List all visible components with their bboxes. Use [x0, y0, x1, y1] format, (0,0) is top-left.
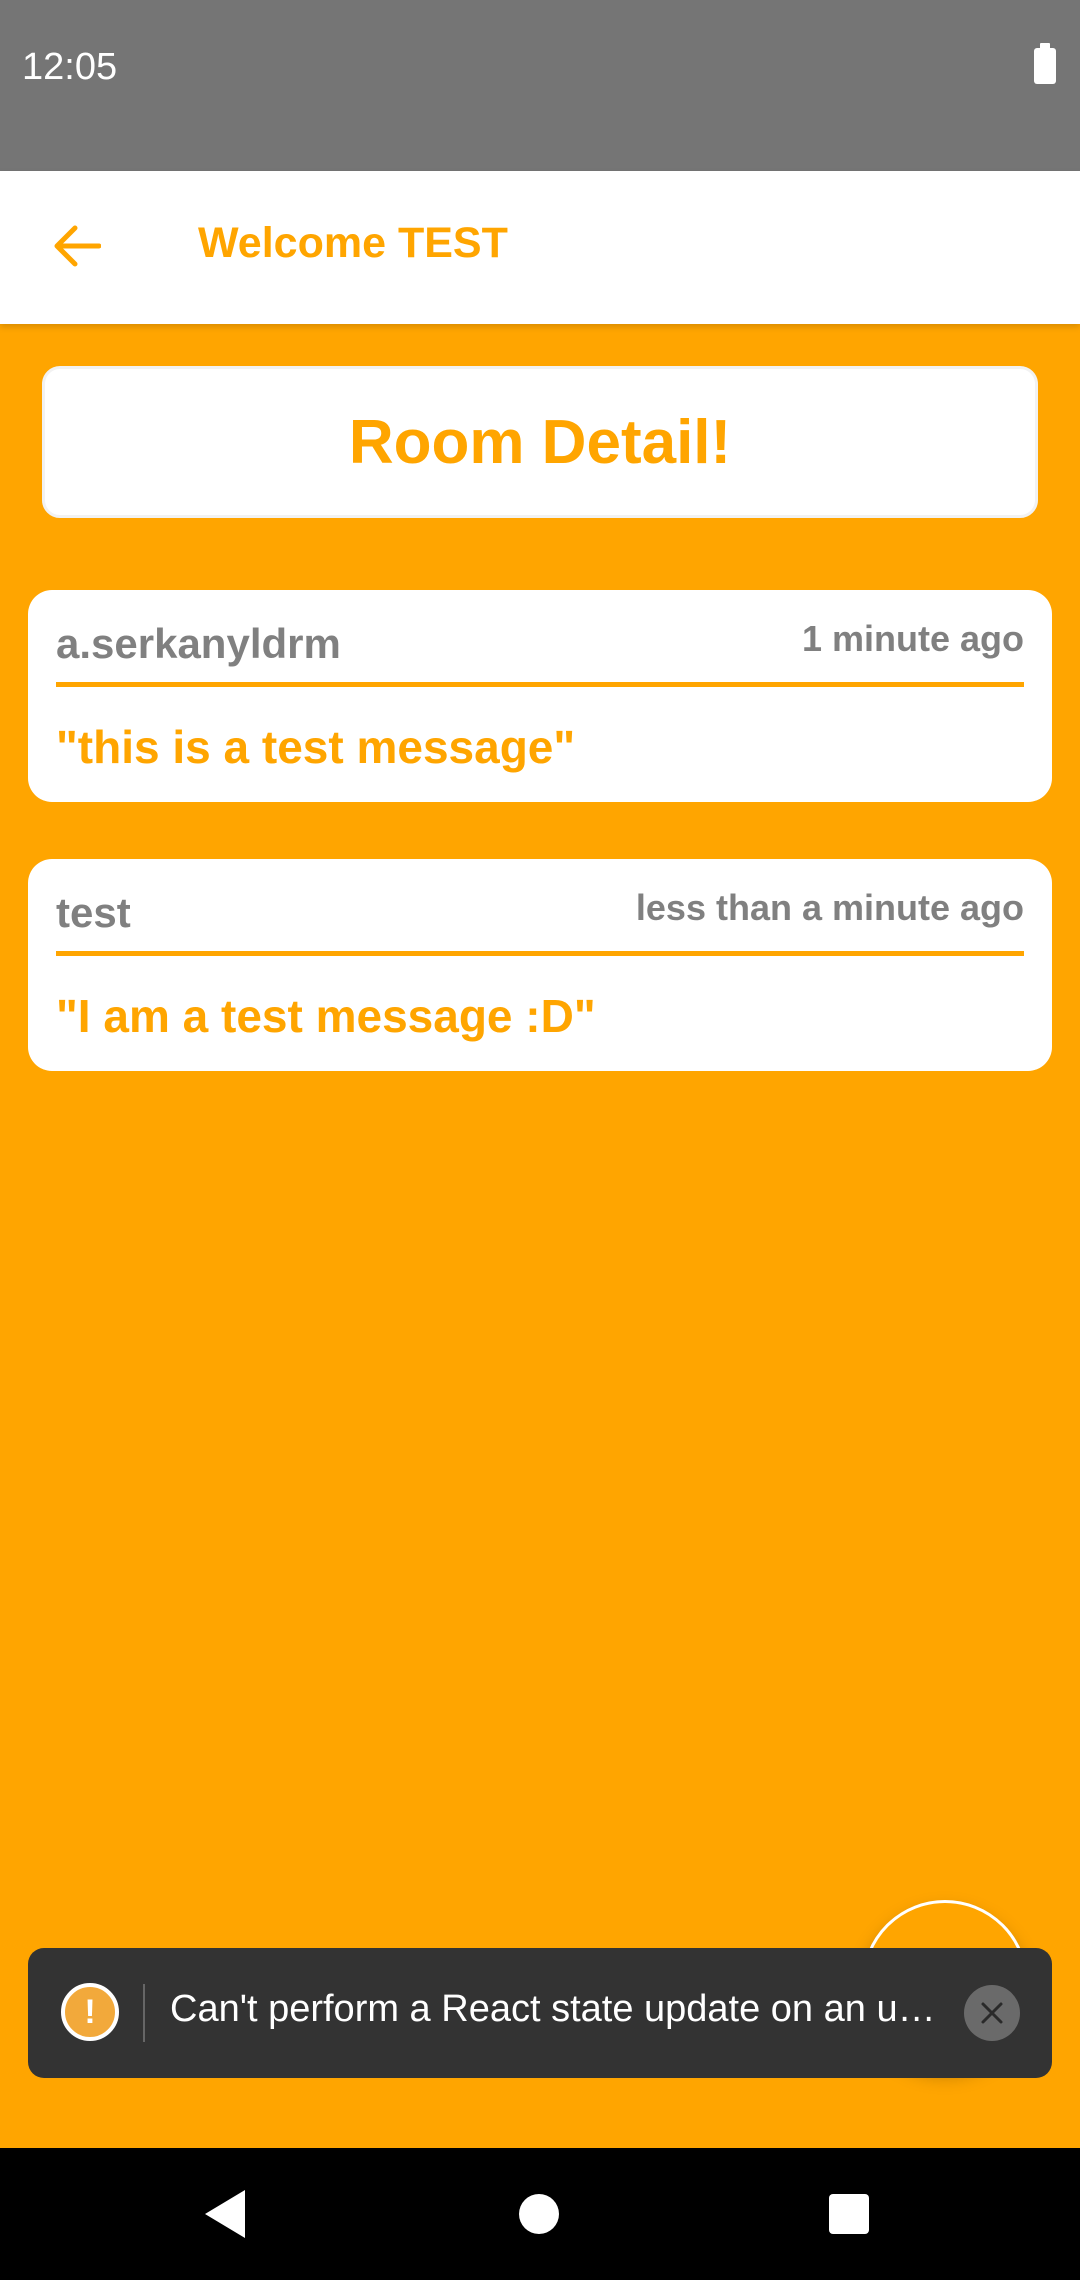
screen: 12:05 Welcome TEST Room Detail! a.serkan…	[0, 0, 1080, 2280]
close-icon	[981, 2002, 1003, 2024]
message-divider	[56, 682, 1024, 687]
message-card: a.serkanyldrm 1 minute ago "this is a te…	[28, 590, 1052, 802]
warning-toast[interactable]: ! Can't perform a React state update on …	[28, 1948, 1052, 2078]
message-text: "I am a test message :D"	[56, 990, 596, 1042]
status-time: 12:05	[22, 46, 118, 88]
room-detail-title: Room Detail!	[348, 407, 732, 477]
toast-message: Can't perform a React state update on an…	[170, 1988, 936, 2030]
nav-recents-icon[interactable]	[829, 2194, 869, 2234]
message-text: "this is a test message"	[56, 721, 576, 773]
room-detail-header: Room Detail!	[42, 366, 1038, 518]
nav-back-icon[interactable]	[205, 2190, 245, 2238]
back-button[interactable]	[36, 201, 116, 291]
message-divider	[56, 951, 1024, 956]
message-timestamp: 1 minute ago	[801, 618, 1024, 659]
app-bar: Welcome TEST	[0, 171, 1080, 324]
nav-home-icon[interactable]	[519, 2194, 559, 2234]
message-username: a.serkanyldrm	[56, 620, 341, 667]
page-title: Welcome TEST	[198, 219, 508, 267]
battery-full-icon	[1034, 43, 1056, 84]
message-timestamp: less than a minute ago	[635, 887, 1024, 928]
toast-separator	[143, 1984, 145, 2042]
toast-close-button[interactable]	[964, 1985, 1020, 2041]
arrow-left-icon	[54, 225, 101, 267]
status-bar: 12:05	[0, 0, 1080, 171]
navigation-bar	[0, 2148, 1080, 2280]
warning-icon: !	[61, 1983, 119, 2041]
message-username: test	[56, 889, 131, 936]
message-card: test less than a minute ago "I am a test…	[28, 859, 1052, 1071]
